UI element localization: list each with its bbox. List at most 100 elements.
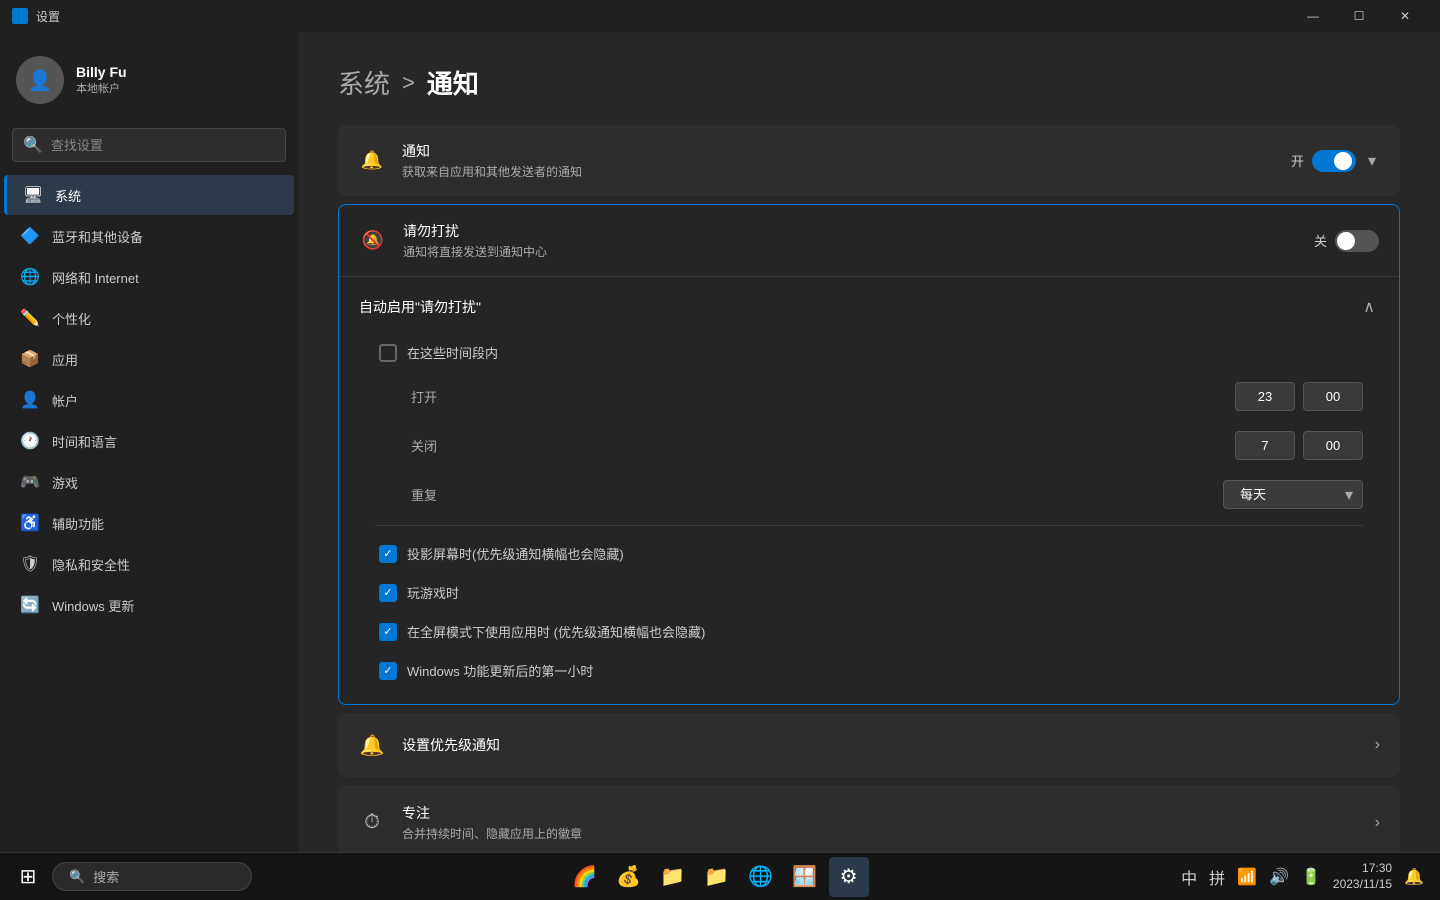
breadcrumb-current: 通知 <box>427 64 479 101</box>
open-min-input[interactable]: 00 <box>1303 382 1363 411</box>
taskbar-app-settings[interactable]: ⚙ <box>829 857 869 897</box>
gaming-row: 玩游戏时 <box>359 573 1379 612</box>
project-screen-label: 投影屏幕时(优先级通知横幅也会隐藏) <box>407 544 624 563</box>
search-bar[interactable]: 🔍 <box>12 128 286 162</box>
dnd-card: 🔕 请勿打扰 通知将直接发送到通知中心 关 自动启用"请勿打扰" ∧ <box>338 204 1400 705</box>
fullscreen-row: 在全屏模式下使用应用时 (优先级通知横幅也会隐藏) <box>359 612 1379 651</box>
sidebar-label-apps: 应用 <box>52 350 78 369</box>
notification-toggle-label: 开 <box>1291 151 1304 170</box>
taskbar-search-icon: 🔍 <box>69 869 85 885</box>
taskbar-wifi[interactable]: 📶 <box>1237 867 1257 887</box>
taskbar-volume[interactable]: 🔊 <box>1269 867 1289 887</box>
schedule-checkbox-row: 在这些时间段内 <box>359 333 1379 372</box>
start-button[interactable]: ⊞ <box>8 857 48 897</box>
accounts-icon: 👤 <box>20 390 40 410</box>
focus-card[interactable]: ⏱ 专注 合并持续时间、隐藏应用上的徽章 › <box>338 785 1400 860</box>
update-icon: 🔄 <box>20 595 40 615</box>
divider-1 <box>375 525 1363 526</box>
notification-title: 通知 <box>402 141 1275 161</box>
notification-icon: 🔔 <box>358 147 386 175</box>
notification-row: 🔔 通知 获取来自应用和其他发送者的通知 开 ▾ <box>338 125 1400 196</box>
sidebar-item-windows-update[interactable]: 🔄 Windows 更新 <box>4 585 294 625</box>
taskbar-notification-bell[interactable]: 🔔 <box>1404 867 1424 887</box>
user-info: Billy Fu 本地帐户 <box>76 64 127 96</box>
close-label: 关闭 <box>411 436 471 455</box>
taskbar-battery: 🔋 <box>1301 867 1321 887</box>
win-update-label: Windows 功能更新后的第一小时 <box>407 661 593 680</box>
avatar: 👤 <box>16 56 64 104</box>
win-update-checkbox[interactable] <box>379 662 397 680</box>
taskbar-app-finance[interactable]: 💰 <box>609 857 649 897</box>
sidebar-item-bluetooth[interactable]: 🔷 蓝牙和其他设备 <box>4 216 294 256</box>
repeat-row: 重复 每天 工作日 周末 <box>359 470 1379 525</box>
schedule-checkbox[interactable] <box>379 344 397 362</box>
notification-expand-btn[interactable]: ▾ <box>1364 147 1380 175</box>
close-time-inputs: 7 00 <box>1235 431 1363 460</box>
accessibility-icon: ♿ <box>20 513 40 533</box>
project-screen-checkbox[interactable] <box>379 545 397 563</box>
main-content: 系统 > 通知 🔔 通知 获取来自应用和其他发送者的通知 开 ▾ <box>298 32 1440 900</box>
dnd-text: 请勿打扰 通知将直接发送到通知中心 <box>403 221 1298 260</box>
sidebar-label-accounts: 帐户 <box>52 391 78 410</box>
sidebar-item-network[interactable]: 🌐 网络和 Internet <box>4 257 294 297</box>
sidebar-item-apps[interactable]: 📦 应用 <box>4 339 294 379</box>
sidebar-item-privacy[interactable]: 🛡 隐私和安全性 <box>4 544 294 584</box>
sidebar-item-gaming[interactable]: 🎮 游戏 <box>4 462 294 502</box>
sidebar-item-system[interactable]: 🖥 系统 <box>4 175 294 215</box>
fullscreen-label: 在全屏模式下使用应用时 (优先级通知横幅也会隐藏) <box>407 622 705 641</box>
close-button[interactable]: ✕ <box>1382 0 1428 32</box>
repeat-label: 重复 <box>411 485 437 504</box>
focus-title: 专注 <box>402 803 1359 823</box>
user-section: 👤 Billy Fu 本地帐户 <box>0 32 298 120</box>
auto-dnd-collapse-btn[interactable]: ∧ <box>1359 293 1379 321</box>
sidebar-item-time[interactable]: 🕐 时间和语言 <box>4 421 294 461</box>
priority-notify-row[interactable]: 🔔 设置优先级通知 › <box>338 713 1400 777</box>
titlebar-title: 设置 <box>36 8 60 25</box>
auto-dnd-title: 自动启用"请勿打扰" ∧ <box>359 293 1379 333</box>
gaming-checkbox[interactable] <box>379 584 397 602</box>
toggle-thumb <box>1334 152 1352 170</box>
user-subtitle: 本地帐户 <box>76 80 127 96</box>
repeat-select-wrap: 每天 工作日 周末 <box>1223 480 1363 509</box>
open-label: 打开 <box>411 387 471 406</box>
focus-icon: ⏱ <box>358 809 386 837</box>
open-hour-input[interactable]: 23 <box>1235 382 1295 411</box>
minimize-button[interactable]: — <box>1290 0 1336 32</box>
open-time-inputs: 23 00 <box>1235 382 1363 411</box>
sidebar-item-accessibility[interactable]: ♿ 辅助功能 <box>4 503 294 543</box>
taskbar-search[interactable]: 🔍 搜索 <box>52 862 252 891</box>
maximize-button[interactable]: ☐ <box>1336 0 1382 32</box>
notification-text: 通知 获取来自应用和其他发送者的通知 <box>402 141 1275 180</box>
nav-list: 🖥 系统 🔷 蓝牙和其他设备 🌐 网络和 Internet ✏️ 个性化 📦 应… <box>0 174 298 900</box>
auto-dnd-label: 自动启用"请勿打扰" <box>359 297 481 317</box>
sidebar-item-personalize[interactable]: ✏️ 个性化 <box>4 298 294 338</box>
search-input[interactable] <box>51 138 275 153</box>
repeat-select[interactable]: 每天 工作日 周末 <box>1223 480 1363 509</box>
sidebar-label-gaming: 游戏 <box>52 473 78 492</box>
schedule-checkbox-label: 在这些时间段内 <box>407 343 498 362</box>
taskbar-app-store[interactable]: 🪟 <box>785 857 825 897</box>
taskbar-app-folder2[interactable]: 📁 <box>697 857 737 897</box>
sidebar-item-accounts[interactable]: 👤 帐户 <box>4 380 294 420</box>
app-icon <box>12 8 28 24</box>
fullscreen-checkbox[interactable] <box>379 623 397 641</box>
sidebar: 👤 Billy Fu 本地帐户 🔍 🖥 系统 🔷 蓝牙和其他设备 🌐 网络和 I… <box>0 32 298 900</box>
dnd-toggle-label: 关 <box>1314 231 1327 250</box>
close-hour-input[interactable]: 7 <box>1235 431 1295 460</box>
dnd-toggle[interactable] <box>1335 230 1379 252</box>
priority-notify-card[interactable]: 🔔 设置优先级通知 › <box>338 713 1400 777</box>
close-min-input[interactable]: 00 <box>1303 431 1363 460</box>
notification-card: 🔔 通知 获取来自应用和其他发送者的通知 开 ▾ <box>338 125 1400 196</box>
taskbar-app-rainbow[interactable]: 🌈 <box>565 857 605 897</box>
focus-subtitle: 合并持续时间、隐藏应用上的徽章 <box>402 825 1359 842</box>
focus-row[interactable]: ⏱ 专注 合并持续时间、隐藏应用上的徽章 › <box>338 785 1400 860</box>
notification-toggle[interactable] <box>1312 150 1356 172</box>
taskbar: ⊞ 🔍 搜索 🌈 💰 📁 📁 🌐 🪟 ⚙ 中 拼 📶 🔊 🔋 17:302023… <box>0 852 1440 900</box>
taskbar-search-label: 搜索 <box>93 867 119 886</box>
apps-icon: 📦 <box>20 349 40 369</box>
taskbar-app-edge[interactable]: 🌐 <box>741 857 781 897</box>
taskbar-app-folder1[interactable]: 📁 <box>653 857 693 897</box>
focus-arrow: › <box>1375 814 1380 832</box>
sidebar-label-privacy: 隐私和安全性 <box>52 555 130 574</box>
breadcrumb-separator: > <box>402 70 415 96</box>
